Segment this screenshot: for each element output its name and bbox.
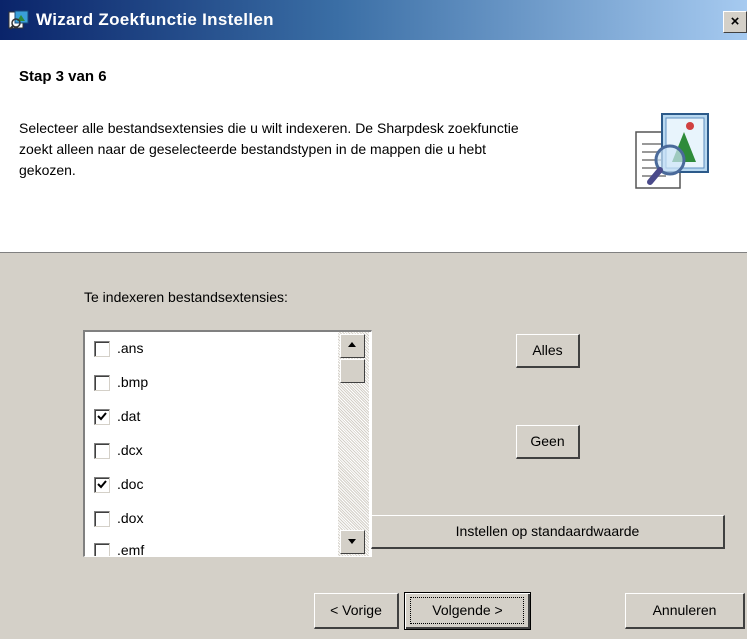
scroll-thumb[interactable] (340, 359, 365, 383)
close-button[interactable]: × (723, 11, 747, 33)
checkbox-dcx[interactable] (94, 443, 110, 459)
select-all-button[interactable]: Alles (516, 334, 580, 368)
checkmark-icon (97, 412, 107, 421)
focus-rectangle (410, 597, 524, 624)
cancel-button[interactable]: Annuleren (625, 593, 745, 629)
back-label: < Vorige (330, 602, 382, 618)
select-none-button[interactable]: Geen (516, 425, 580, 459)
arrow-up-icon (348, 342, 356, 347)
list-item-label: .ans (117, 340, 144, 356)
select-none-label: Geen (530, 433, 565, 449)
checkbox-dox[interactable] (94, 511, 110, 527)
reset-default-button[interactable]: Instellen op standaardwaarde (371, 515, 725, 549)
title-bar: Wizard Zoekfunctie Instellen × (0, 0, 747, 40)
scroll-down-button[interactable] (340, 530, 365, 554)
checkbox-dat[interactable] (94, 409, 110, 425)
step-indicator: Stap 3 van 6 (19, 68, 107, 85)
window-title: Wizard Zoekfunctie Instellen (36, 10, 274, 29)
next-button[interactable]: Volgende > (404, 592, 531, 630)
arrow-down-icon (348, 539, 356, 544)
list-item-label: .bmp (117, 374, 149, 390)
step-description: Selecteer alle bestandsextensies die u w… (19, 120, 519, 178)
extensions-listbox[interactable]: .ans .bmp .dat .dcx .doc .dox .emf (83, 330, 372, 557)
list-item-label: .dox (117, 510, 144, 526)
extensions-list-label: Te indexeren bestandsextensies: (84, 289, 288, 305)
checkmark-icon (97, 480, 107, 489)
checkbox-bmp[interactable] (94, 375, 110, 391)
vertical-scrollbar[interactable] (338, 332, 369, 556)
reset-default-label: Instellen op standaardwaarde (455, 523, 640, 539)
list-item-label: .emf (117, 542, 145, 557)
select-all-label: Alles (532, 342, 563, 358)
list-item-label: .doc (117, 476, 144, 492)
checkbox-emf[interactable] (94, 543, 110, 556)
scroll-up-button[interactable] (340, 334, 365, 358)
back-button[interactable]: < Vorige (314, 593, 399, 629)
list-item-label: .dat (117, 408, 141, 424)
wizard-header: Stap 3 van 6 Selecteer alle bestandsexte… (0, 40, 747, 253)
wizard-search-document-icon (635, 113, 709, 189)
checkbox-ans[interactable] (94, 341, 110, 357)
cancel-label: Annuleren (652, 602, 717, 618)
checkbox-doc[interactable] (94, 477, 110, 493)
close-icon: × (730, 13, 740, 30)
wizard-app-icon (8, 10, 29, 30)
list-item-label: .dcx (117, 442, 143, 458)
